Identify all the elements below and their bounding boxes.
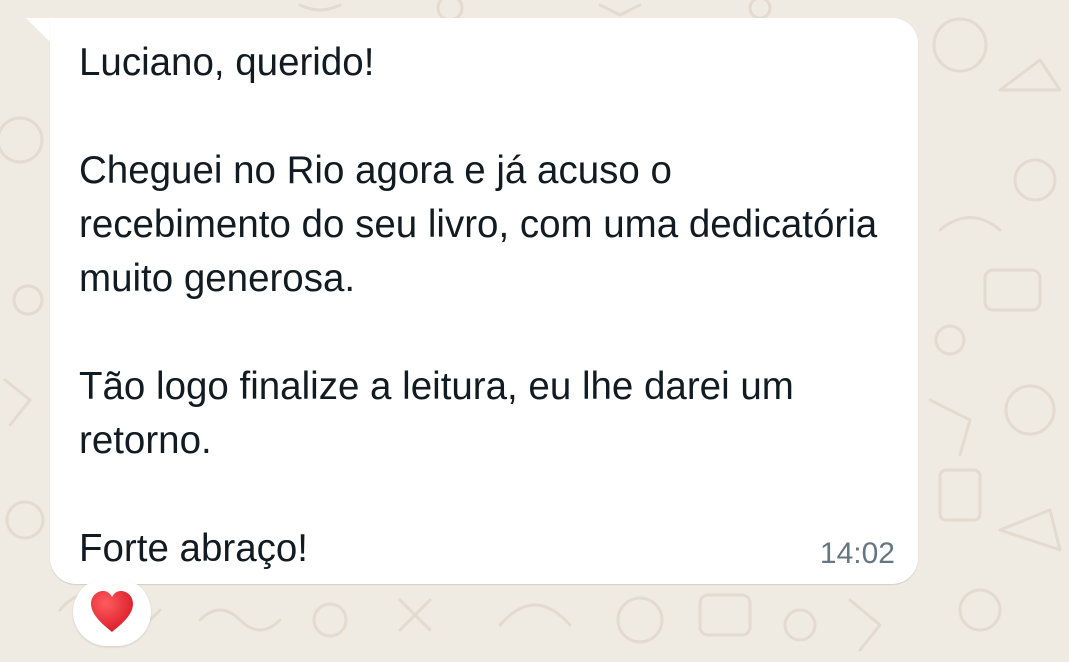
bubble-tail — [26, 18, 52, 44]
message-timestamp: 14:02 — [819, 537, 895, 570]
reaction-badge[interactable] — [73, 578, 151, 646]
red-heart-icon — [91, 591, 133, 632]
message-text: Luciano, querido! Cheguei no Rio agora e… — [79, 41, 878, 570]
message-bubble[interactable]: Luciano, querido! Cheguei no Rio agora e… — [50, 18, 918, 584]
